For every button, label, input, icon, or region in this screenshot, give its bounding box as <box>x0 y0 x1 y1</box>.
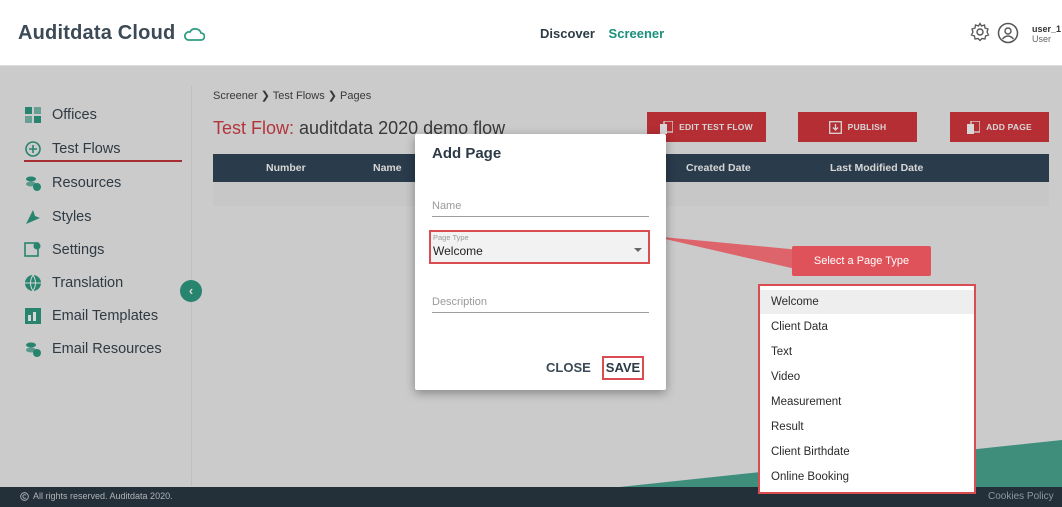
add-page-dialog: Add Page Name Page Type Welcome Descript… <box>415 134 666 390</box>
page-type-select[interactable]: Page Type Welcome <box>429 230 650 264</box>
page-type-label: Page Type <box>433 233 469 242</box>
option-welcome[interactable]: Welcome <box>760 290 974 314</box>
name-input[interactable]: Name <box>432 200 649 212</box>
option-measurement[interactable]: Measurement <box>760 390 974 414</box>
tooltip-callout: Select a Page Type <box>792 246 931 276</box>
page-type-value: Welcome <box>433 244 483 258</box>
close-button[interactable]: CLOSE <box>546 360 591 375</box>
option-client-data[interactable]: Client Data <box>760 315 974 339</box>
name-field[interactable]: Name <box>432 200 649 218</box>
description-field[interactable]: Description <box>432 296 649 314</box>
option-result[interactable]: Result <box>760 415 974 439</box>
save-button[interactable]: SAVE <box>602 356 644 380</box>
option-video[interactable]: Video <box>760 365 974 389</box>
option-client-birthdate[interactable]: Client Birthdate <box>760 440 974 464</box>
chevron-down-icon <box>634 248 642 252</box>
page-type-dropdown: Welcome Client Data Text Video Measureme… <box>758 284 976 494</box>
dialog-title: Add Page <box>432 145 502 162</box>
description-input[interactable]: Description <box>432 296 649 308</box>
option-text[interactable]: Text <box>760 340 974 364</box>
option-online-booking[interactable]: Online Booking <box>760 465 974 489</box>
